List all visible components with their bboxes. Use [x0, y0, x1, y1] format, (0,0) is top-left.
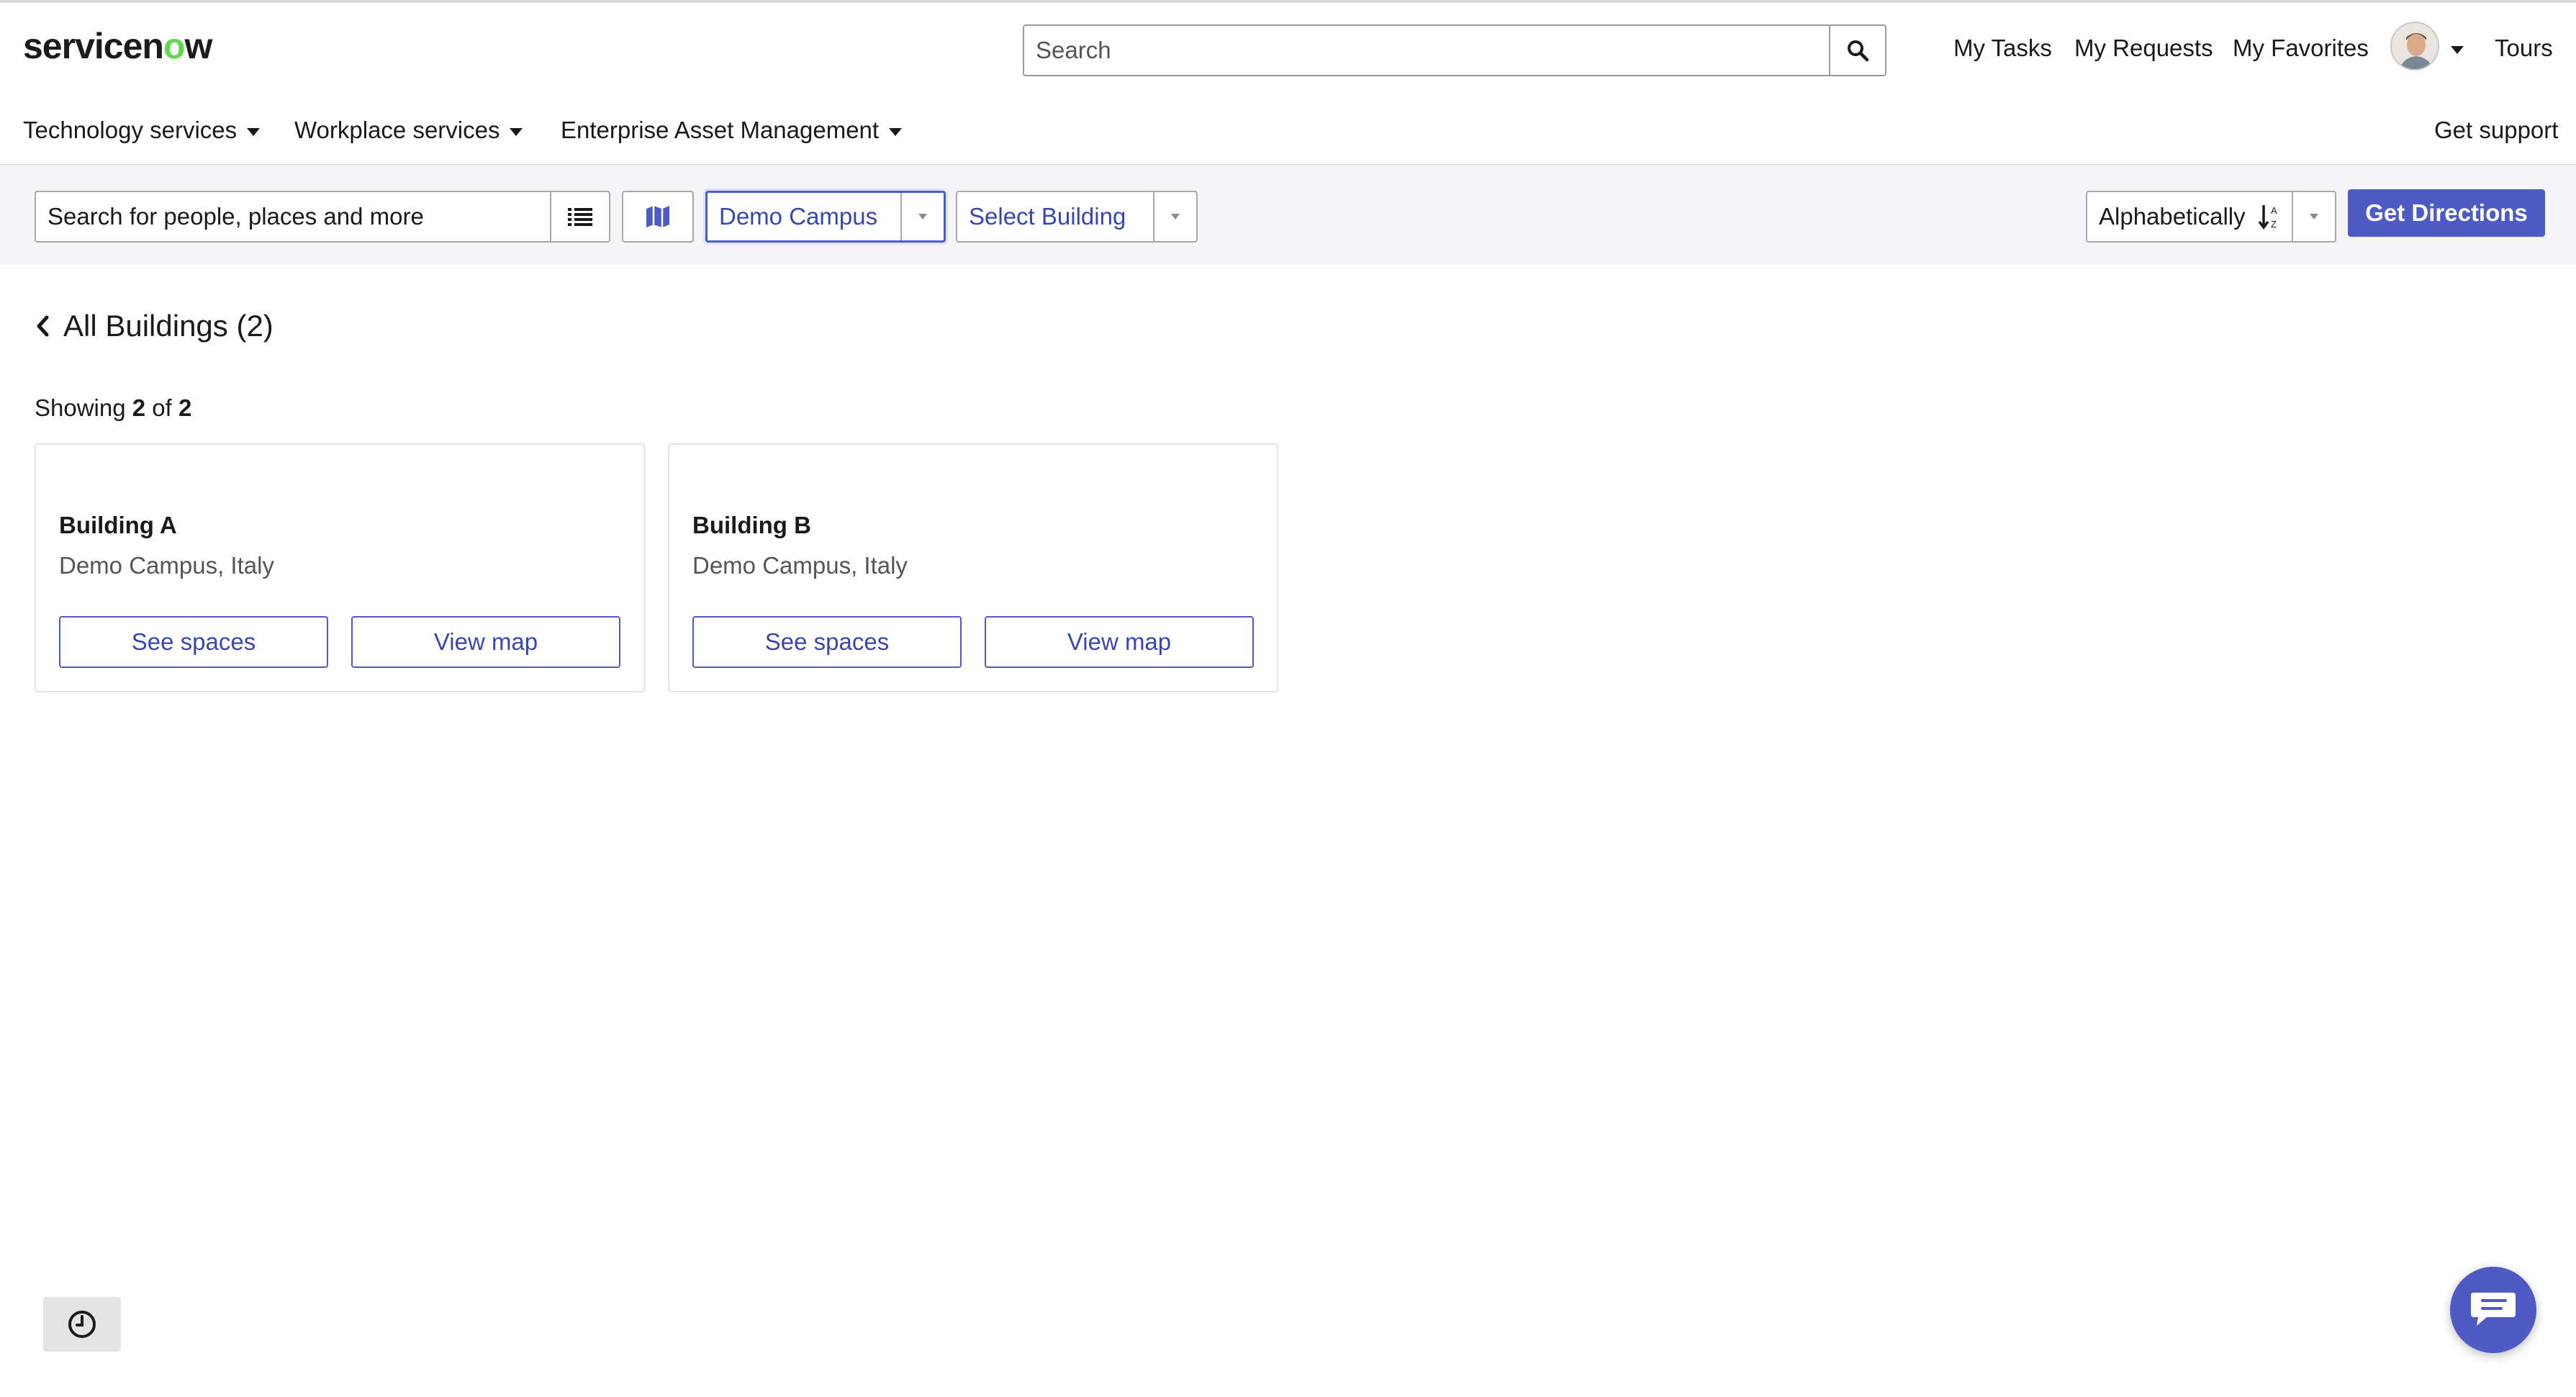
user-avatar[interactable] [2390, 22, 2439, 71]
sort-select-arrow[interactable] [2292, 192, 2335, 241]
building-location: Demo Campus, Italy [692, 552, 908, 579]
page-title: All Buildings (2) [63, 309, 274, 343]
all-buildings-back[interactable]: All Buildings (2) [35, 307, 274, 345]
svg-text:A: A [2271, 205, 2277, 216]
svg-text:Z: Z [2271, 219, 2277, 230]
sort-select-value: Alphabetically A Z [2087, 192, 2292, 241]
menu-enterprise-asset-management[interactable]: Enterprise Asset Management [561, 112, 903, 148]
clock-icon [68, 1311, 96, 1338]
showing-prefix: Showing [35, 394, 126, 421]
showing-count: 2 [132, 394, 146, 421]
chevron-down-icon [247, 127, 261, 136]
my-requests-link[interactable]: My Requests [2074, 30, 2213, 66]
campus-select[interactable]: Demo Campus [705, 191, 946, 243]
global-search [1023, 24, 1886, 76]
menu-workplace-services[interactable]: Workplace services [294, 112, 523, 148]
showing-total: 2 [178, 394, 192, 421]
view-map-button[interactable]: View map [985, 616, 1254, 668]
place-search [35, 191, 610, 243]
showing-of: of [152, 394, 172, 421]
tours-link[interactable]: Tours [2495, 30, 2553, 66]
list-icon [568, 208, 592, 226]
chevron-left-icon [37, 315, 49, 337]
caret-down-icon [1171, 214, 1180, 220]
global-search-input[interactable] [1024, 26, 1829, 75]
map-icon [646, 206, 669, 227]
building-location: Demo Campus, Italy [59, 552, 274, 579]
building-card: Building A Demo Campus, Italy See spaces… [35, 443, 645, 692]
menu-label: Enterprise Asset Management [561, 117, 880, 143]
sort-select-label: Alphabetically [2099, 203, 2246, 230]
avatar-image [2392, 23, 2438, 69]
search-icon [1848, 40, 1869, 62]
menu-label: Get support [2434, 117, 2559, 143]
view-map-button[interactable]: View map [351, 616, 620, 668]
global-search-button[interactable] [1829, 26, 1885, 75]
building-select-arrow[interactable] [1153, 192, 1196, 241]
building-card: Building B Demo Campus, Italy See spaces… [668, 443, 1278, 692]
see-spaces-button[interactable]: See spaces [692, 616, 962, 668]
menu-label: Workplace services [294, 117, 500, 143]
get-support-link[interactable]: Get support [2434, 112, 2558, 148]
map-view-button[interactable] [622, 191, 694, 243]
chat-button[interactable] [2450, 1267, 2536, 1353]
place-search-input[interactable] [36, 192, 550, 241]
my-tasks-link[interactable]: My Tasks [1953, 30, 2052, 66]
get-directions-button[interactable]: Get Directions [2348, 189, 2545, 237]
building-name: Building A [59, 512, 177, 538]
sort-alpha-icon: A Z [2258, 205, 2277, 230]
menu-technology-services[interactable]: Technology services [23, 112, 261, 148]
menu-label: Technology services [23, 117, 238, 143]
chevron-down-icon [2451, 46, 2464, 54]
history-button[interactable] [43, 1297, 121, 1352]
chevron-down-icon [889, 127, 903, 136]
caret-down-icon [2310, 214, 2318, 220]
results-count: Showing 2 of 2 [35, 392, 191, 425]
filter-toolbar: Demo Campus Select Building Alphabetical… [0, 166, 2576, 265]
user-menu-caret[interactable] [2451, 43, 2464, 58]
sort-select[interactable]: Alphabetically A Z [2086, 191, 2336, 243]
chat-icon [2471, 1293, 2516, 1326]
building-name: Building B [692, 512, 811, 538]
my-favorites-link[interactable]: My Favorites [2233, 30, 2369, 66]
caret-down-icon [918, 214, 927, 220]
campus-select-arrow[interactable] [900, 193, 944, 240]
servicenow-logo[interactable]: servicenow [23, 24, 212, 68]
list-view-button[interactable] [550, 192, 609, 241]
chevron-down-icon [510, 127, 523, 136]
campus-select-value: Demo Campus [719, 203, 878, 230]
building-select-value: Select Building [969, 203, 1126, 230]
see-spaces-button[interactable]: See spaces [59, 616, 328, 668]
building-select[interactable]: Select Building [956, 191, 1198, 243]
top-header: servicenow My Tasks My Requests My Favor… [0, 0, 2576, 143]
